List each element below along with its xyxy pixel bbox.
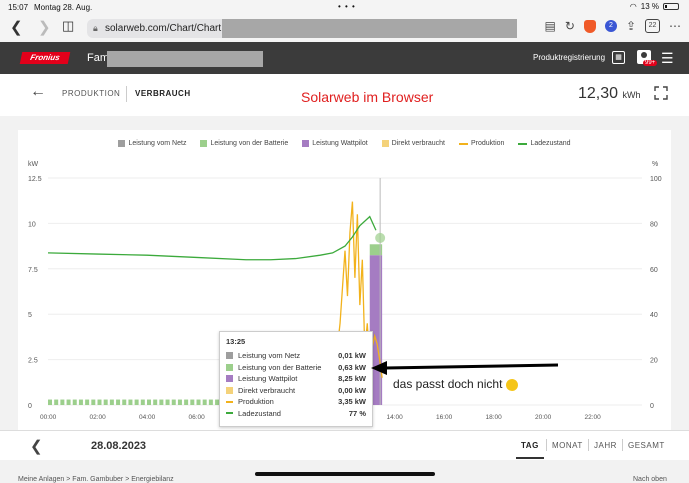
- range-jahr[interactable]: JAHR: [594, 441, 617, 450]
- page-bottom: Meine Anlagen > Fam. Gambuber > Energieb…: [0, 460, 689, 483]
- range-divider: [588, 439, 589, 451]
- range-gesamt[interactable]: GESAMT: [628, 441, 665, 450]
- range-tag[interactable]: TAG: [521, 441, 539, 450]
- annotation-arrow-head: [371, 361, 387, 375]
- range-divider: [622, 439, 623, 451]
- range-divider: [546, 439, 547, 451]
- annotation-arrow-layer: [371, 361, 559, 375]
- annotation-arrow-line: [384, 363, 559, 370]
- scroll-top-link[interactable]: Nach oben: [633, 476, 667, 483]
- breadcrumb[interactable]: Meine Anlagen > Fam. Gambuber > Energieb…: [18, 476, 174, 483]
- home-indicator[interactable]: [255, 472, 435, 476]
- selected-date[interactable]: 28.08.2023: [91, 440, 146, 452]
- annotation-text: das passt doch nicht: [393, 377, 518, 391]
- active-range-underline: [516, 457, 544, 459]
- previous-day-icon[interactable]: ❮: [30, 437, 43, 455]
- date-navigation: ❮ 28.08.2023 TAG MONAT JAHR GESAMT: [0, 430, 689, 460]
- range-monat[interactable]: MONAT: [552, 441, 583, 450]
- annotation-text-content: das passt doch nicht: [393, 377, 503, 391]
- grimace-emoji-icon: [505, 378, 518, 391]
